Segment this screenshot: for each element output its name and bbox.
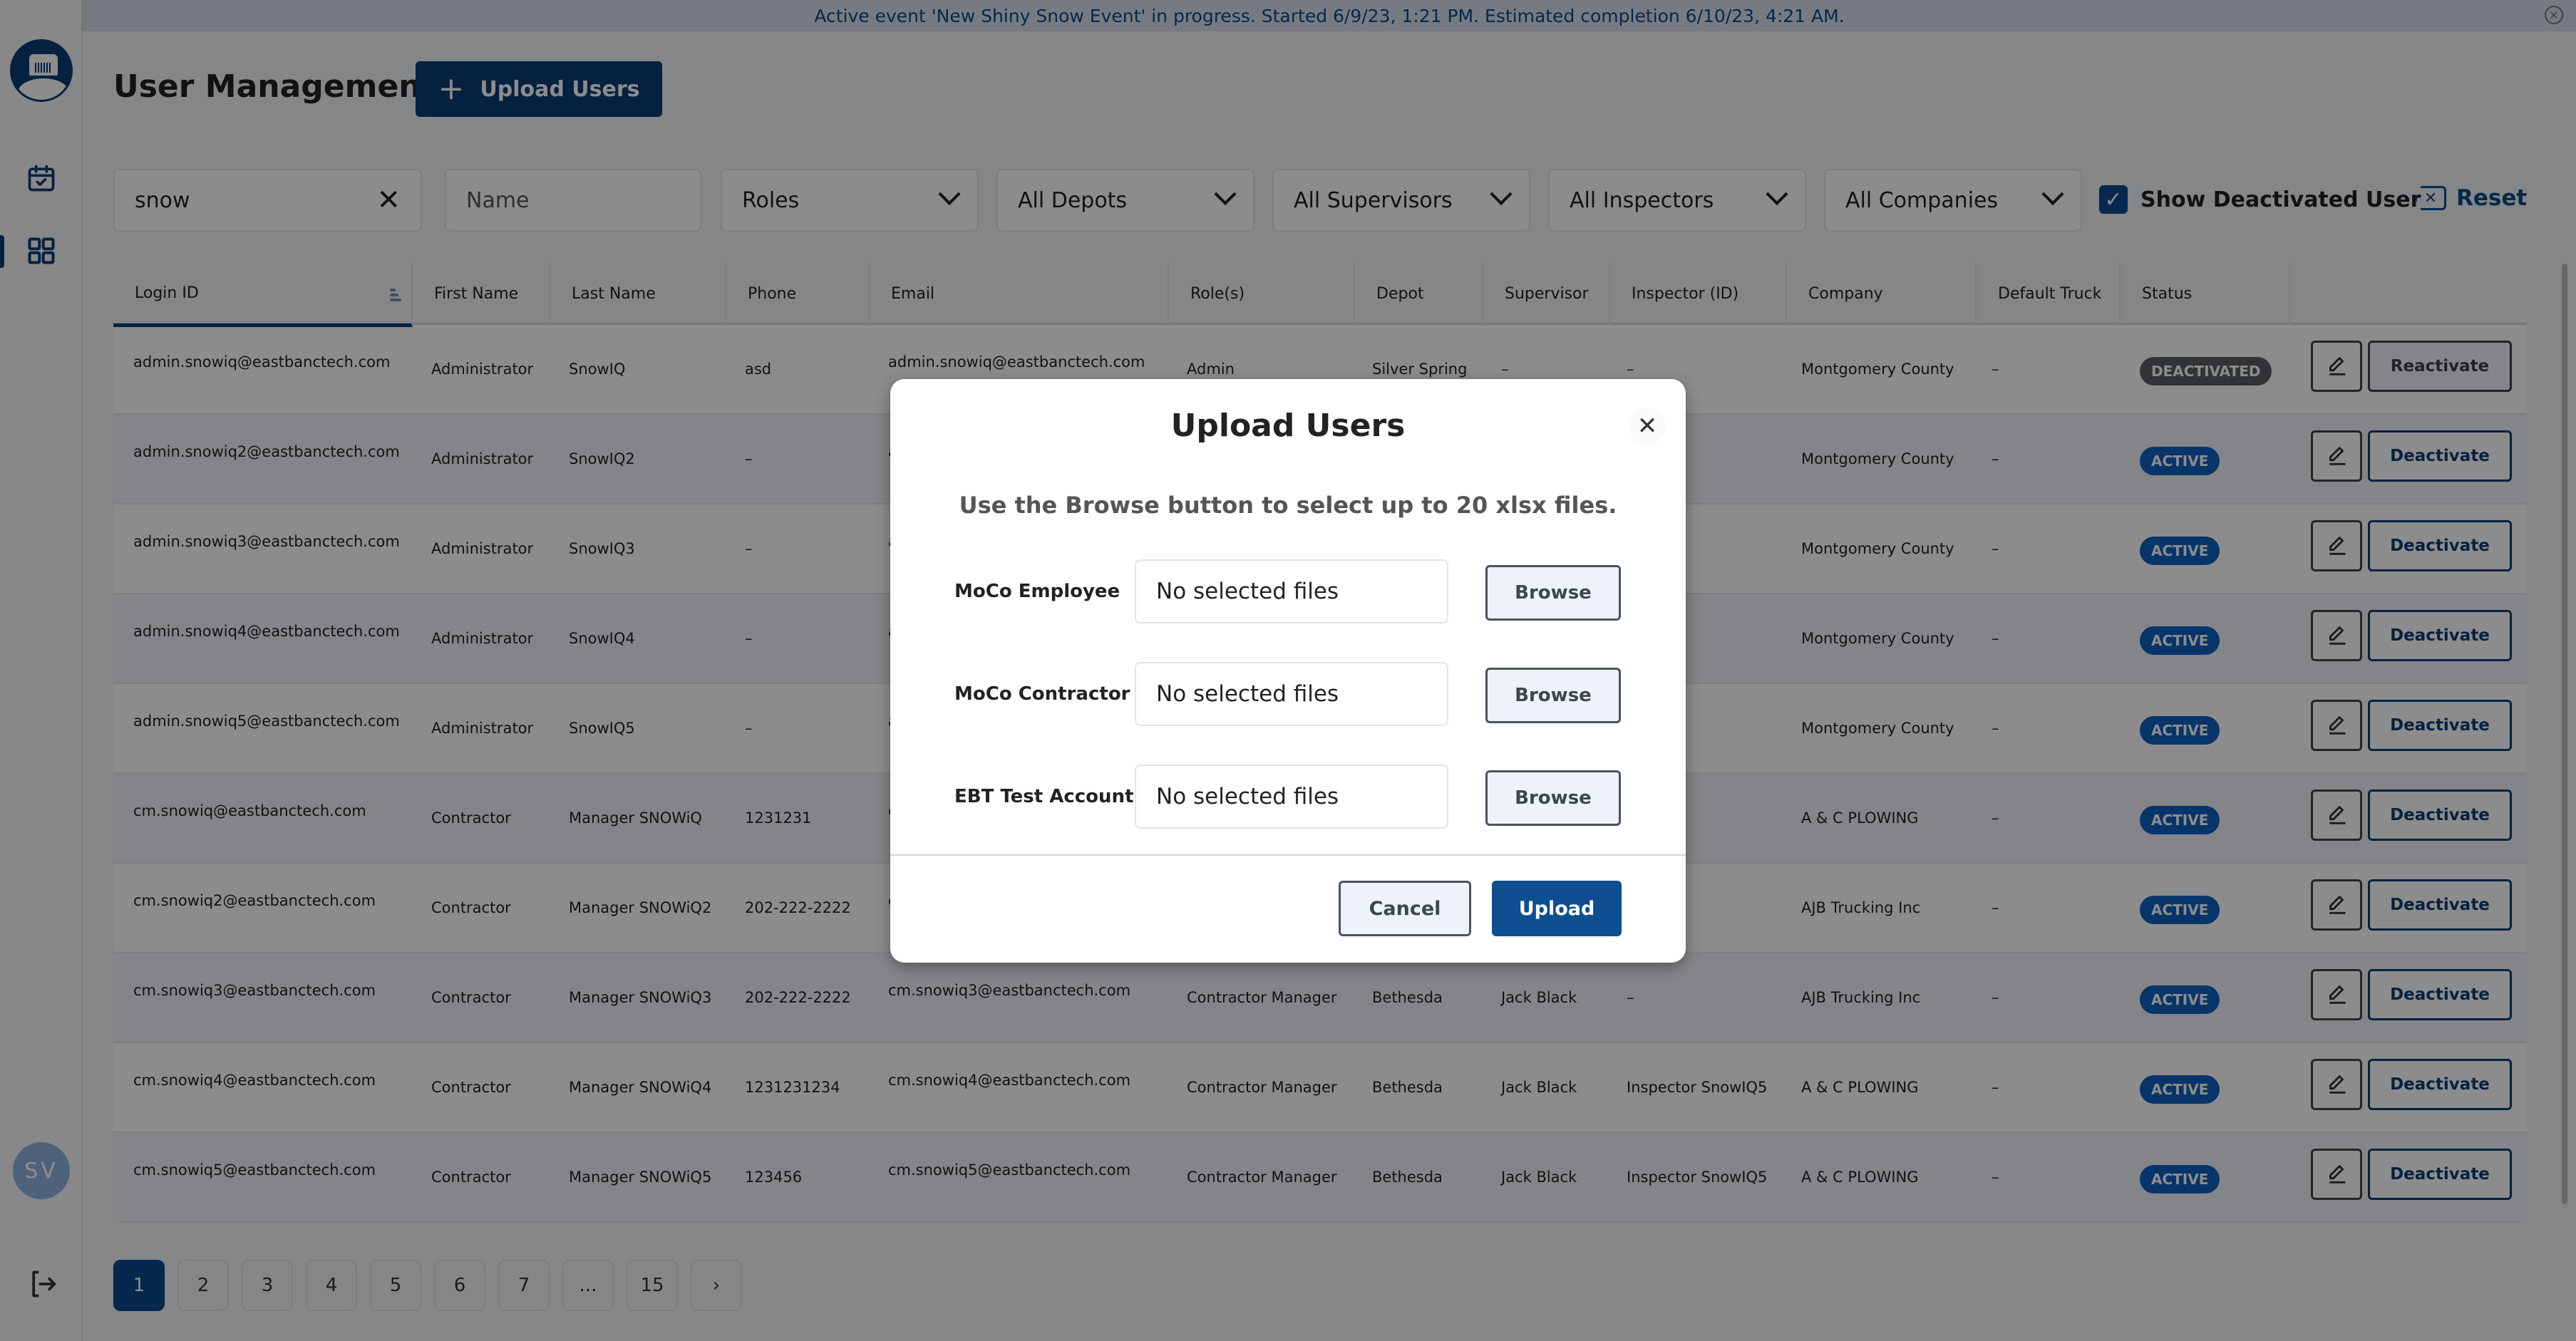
file-field[interactable]: No selected files (1135, 765, 1448, 829)
file-row-ebt-test-account: EBT Test Account No selected files Brows… (890, 765, 1686, 829)
modal-title: Upload Users (1170, 408, 1406, 444)
browse-button[interactable]: Browse (1485, 668, 1621, 723)
modal-instructions: Use the Browse button to select up to 20… (959, 492, 1617, 519)
browse-button[interactable]: Browse (1485, 565, 1621, 621)
browse-button[interactable]: Browse (1485, 770, 1621, 826)
cancel-button[interactable]: Cancel (1339, 881, 1471, 936)
modal-divider (890, 854, 1686, 856)
close-icon[interactable]: ✕ (1629, 408, 1666, 445)
file-row-moco-contractor: MoCo Contractor No selected files Browse (890, 662, 1686, 726)
upload-users-modal: Upload Users ✕ Use the Browse button to … (890, 379, 1686, 963)
file-field[interactable]: No selected files (1135, 662, 1448, 726)
file-row-moco-employee: MoCo Employee No selected files Browse (890, 559, 1686, 623)
upload-button[interactable]: Upload (1492, 881, 1622, 936)
file-field[interactable]: No selected files (1135, 559, 1448, 623)
file-row-label: MoCo Contractor (954, 683, 1130, 705)
file-row-label: EBT Test Account (954, 786, 1134, 807)
file-row-label: MoCo Employee (954, 581, 1120, 602)
